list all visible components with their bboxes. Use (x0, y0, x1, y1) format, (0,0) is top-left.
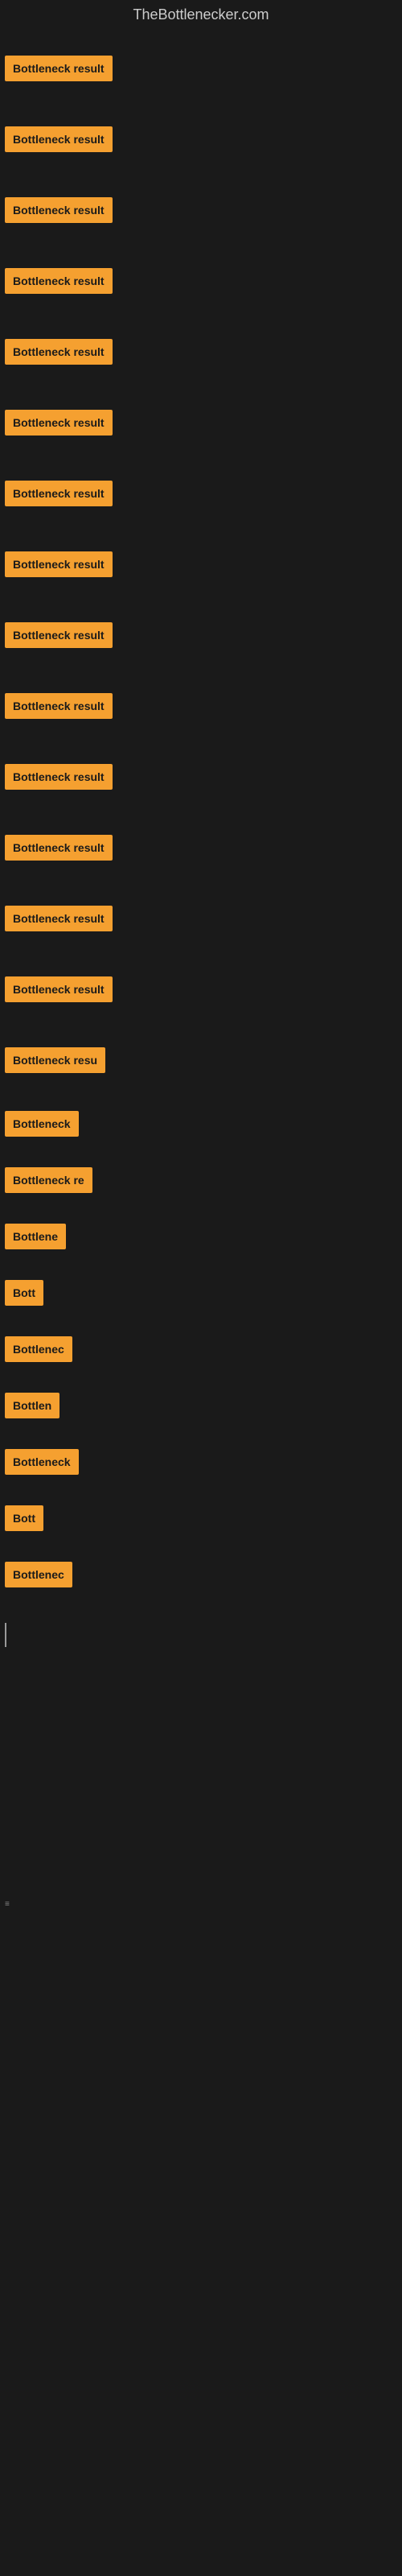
bottleneck-badge-19[interactable]: Bott (5, 1280, 43, 1306)
empty-row-4 (0, 1928, 402, 1999)
bottleneck-badge-2[interactable]: Bottleneck result (5, 126, 113, 152)
row-13: Bottleneck result (0, 883, 402, 954)
bottleneck-badge-22[interactable]: Bottleneck (5, 1449, 79, 1475)
small-marker-text: ≡ (2, 1897, 13, 1912)
empty-row-7 (0, 2140, 402, 2211)
row-5: Bottleneck result (0, 316, 402, 387)
row-4: Bottleneck result (0, 246, 402, 316)
bottleneck-badge-7[interactable]: Bottleneck result (5, 481, 113, 506)
bottleneck-badge-9[interactable]: Bottleneck result (5, 622, 113, 648)
site-title: TheBottlenecker.com (0, 0, 402, 30)
row-15: Bottleneck resu (0, 1025, 402, 1096)
empty-row-3 (0, 1809, 402, 1880)
row-3: Bottleneck result (0, 175, 402, 246)
row-12: Bottleneck result (0, 812, 402, 883)
empty-row-2 (0, 1738, 402, 1809)
bottleneck-badge-20[interactable]: Bottlenec (5, 1336, 72, 1362)
cursor-icon (5, 1623, 6, 1647)
row-7: Bottleneck result (0, 458, 402, 529)
bottleneck-badge-24[interactable]: Bottlenec (5, 1562, 72, 1587)
bottleneck-badge-5[interactable]: Bottleneck result (5, 339, 113, 365)
empty-row-1 (0, 1667, 402, 1738)
bottleneck-badge-8[interactable]: Bottleneck result (5, 551, 113, 577)
row-6: Bottleneck result (0, 387, 402, 458)
small-marker-row: ≡ (0, 1880, 402, 1928)
bottleneck-badge-15[interactable]: Bottleneck resu (5, 1047, 105, 1073)
row-1: Bottleneck result (0, 33, 402, 104)
row-16: Bottleneck (0, 1096, 402, 1152)
empty-row-10 (0, 2353, 402, 2424)
bottleneck-badge-10[interactable]: Bottleneck result (5, 693, 113, 719)
bottleneck-badge-3[interactable]: Bottleneck result (5, 197, 113, 223)
row-23: Bott (0, 1490, 402, 1546)
row-24: Bottlenec (0, 1546, 402, 1603)
bottleneck-badge-13[interactable]: Bottleneck result (5, 906, 113, 931)
page-wrapper: TheBottlenecker.com Bottleneck result Bo… (0, 0, 402, 2427)
bottleneck-items-container: Bottleneck result Bottleneck result Bott… (0, 30, 402, 2427)
empty-row-8 (0, 2211, 402, 2282)
bottleneck-badge-17[interactable]: Bottleneck re (5, 1167, 92, 1193)
row-2: Bottleneck result (0, 104, 402, 175)
bottleneck-badge-1[interactable]: Bottleneck result (5, 56, 113, 81)
row-20: Bottlenec (0, 1321, 402, 1377)
row-17: Bottleneck re (0, 1152, 402, 1208)
row-8: Bottleneck result (0, 529, 402, 600)
row-10: Bottleneck result (0, 671, 402, 741)
bottleneck-badge-14[interactable]: Bottleneck result (5, 976, 113, 1002)
bottleneck-badge-21[interactable]: Bottlen (5, 1393, 59, 1418)
row-18: Bottlene (0, 1208, 402, 1265)
row-22: Bottleneck (0, 1434, 402, 1490)
empty-row-5 (0, 1999, 402, 2070)
cursor-row (0, 1603, 402, 1667)
row-21: Bottlen (0, 1377, 402, 1434)
row-9: Bottleneck result (0, 600, 402, 671)
bottleneck-badge-18[interactable]: Bottlene (5, 1224, 66, 1249)
bottleneck-badge-6[interactable]: Bottleneck result (5, 410, 113, 436)
bottleneck-badge-23[interactable]: Bott (5, 1505, 43, 1531)
bottleneck-badge-4[interactable]: Bottleneck result (5, 268, 113, 294)
bottleneck-badge-11[interactable]: Bottleneck result (5, 764, 113, 790)
bottleneck-badge-12[interactable]: Bottleneck result (5, 835, 113, 861)
bottleneck-badge-16[interactable]: Bottleneck (5, 1111, 79, 1137)
empty-row-6 (0, 2070, 402, 2140)
empty-row-9 (0, 2282, 402, 2353)
row-14: Bottleneck result (0, 954, 402, 1025)
row-11: Bottleneck result (0, 741, 402, 812)
row-19: Bott (0, 1265, 402, 1321)
